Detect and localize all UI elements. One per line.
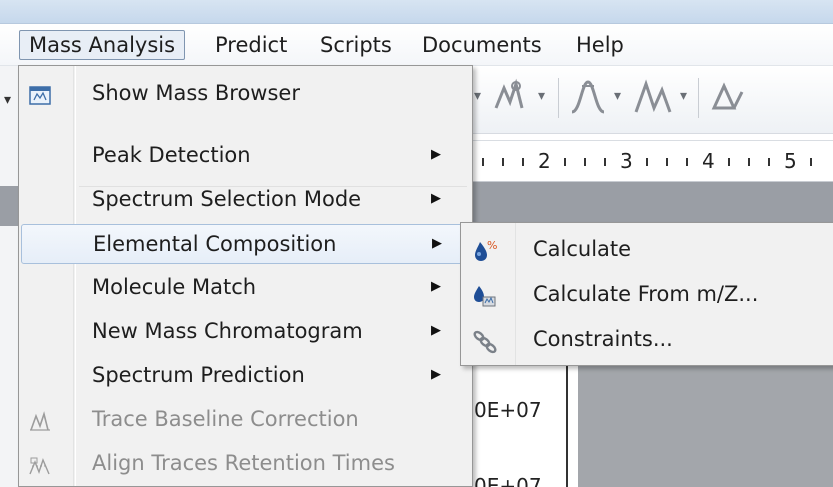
- plot-background-panel: [578, 365, 833, 487]
- menu-item-elemental-composition[interactable]: Elemental Composition ▶: [21, 224, 470, 264]
- mass-browser-icon: [28, 82, 52, 106]
- menu-item-label: Peak Detection: [92, 143, 251, 167]
- menu-item-label: Spectrum Selection Mode: [92, 187, 362, 211]
- toolbar-dropdown-arrow-icon[interactable]: ▾: [474, 88, 481, 104]
- peak-tool-icon[interactable]: [492, 78, 534, 127]
- submenu-arrow-icon: ▶: [431, 279, 441, 294]
- menu-item-molecule-match[interactable]: Molecule Match ▶: [21, 268, 470, 308]
- left-panel-edge: [0, 66, 18, 487]
- toolbar-dropdown-arrow-icon[interactable]: ▾: [680, 88, 687, 104]
- y-axis-tick-label: 0E+07: [474, 474, 542, 487]
- menu-item-label: Elemental Composition: [93, 232, 337, 256]
- toolbar-dropdown-arrow-icon[interactable]: ▾: [614, 88, 621, 104]
- ruler-tick: [728, 158, 730, 166]
- menu-item-align-traces-retention-times[interactable]: Align Traces Retention Times: [21, 444, 470, 484]
- calculate-icon: %: [471, 236, 497, 262]
- ruler-tick: [686, 158, 688, 166]
- menu-item-peak-detection[interactable]: Peak Detection ▶: [21, 136, 470, 176]
- mass-analysis-dropdown: Show Mass Browser Peak Detection ▶ Spect…: [18, 65, 473, 487]
- window-title-strip: [0, 0, 833, 24]
- y-axis-tick-label: 0E+07: [474, 398, 542, 422]
- ruler-tick: [646, 158, 648, 166]
- menu-item-show-mass-browser[interactable]: Show Mass Browser: [21, 74, 470, 114]
- submenu-item-label: Calculate: [533, 237, 632, 261]
- ruler-tick: [522, 158, 524, 166]
- y-axis-line: [566, 365, 568, 487]
- baseline-correction-icon: [28, 408, 52, 432]
- menu-item-new-mass-chromatogram[interactable]: New Mass Chromatogram ▶: [21, 312, 470, 352]
- ruler-label: 5: [784, 149, 798, 173]
- ruler-tick: [502, 158, 504, 166]
- submenu-item-label: Constraints...: [533, 327, 673, 351]
- deconvolution-tool-icon[interactable]: [632, 78, 674, 127]
- elemental-composition-submenu: % Calculate Calculate From m/Z... Constr…: [460, 222, 833, 366]
- ruler-tick: [768, 158, 770, 166]
- menu-help[interactable]: Help: [566, 30, 634, 60]
- constraints-icon: [471, 326, 497, 354]
- toolbar-separator: [558, 78, 559, 118]
- menu-item-label: Show Mass Browser: [92, 81, 300, 105]
- submenu-arrow-icon: ▶: [431, 367, 441, 382]
- menu-scripts[interactable]: Scripts: [310, 30, 402, 60]
- align-traces-icon: [28, 452, 52, 476]
- menu-item-label: Align Traces Retention Times: [92, 451, 395, 475]
- ruler-tick: [584, 158, 586, 166]
- left-toolbar-arrow-icon: ▾: [4, 92, 12, 108]
- menu-item-label: New Mass Chromatogram: [92, 319, 363, 343]
- toolbar-dropdown-arrow-icon[interactable]: ▾: [538, 88, 545, 104]
- submenu-item-calculate-from-mz[interactable]: Calculate From m/Z...: [463, 273, 833, 315]
- menu-bar: Mass Analysis Predict Scripts Documents …: [0, 24, 833, 66]
- menu-item-spectrum-selection-mode[interactable]: Spectrum Selection Mode ▶: [21, 180, 470, 220]
- submenu-arrow-icon: ▶: [431, 147, 441, 162]
- submenu-arrow-icon: ▶: [431, 191, 441, 206]
- peak-pick-tool-icon[interactable]: [568, 78, 610, 127]
- submenu-arrow-icon: ▶: [432, 236, 442, 251]
- menu-item-label: Spectrum Prediction: [92, 363, 305, 387]
- ruler-tick: [810, 158, 812, 166]
- toolbar: ▾ ▾ ▾ ▾: [470, 66, 833, 134]
- toolbar-separator: [698, 78, 699, 118]
- menu-item-trace-baseline-correction[interactable]: Trace Baseline Correction: [21, 400, 470, 440]
- left-panel-band: [0, 186, 18, 226]
- menu-mass-analysis[interactable]: Mass Analysis: [19, 30, 186, 60]
- ruler-tick: [564, 158, 566, 166]
- menu-predict[interactable]: Predict: [205, 30, 297, 60]
- ruler-tick: [604, 158, 606, 166]
- integration-tool-icon[interactable]: [708, 78, 750, 127]
- ruler-label: 3: [620, 149, 634, 173]
- menu-documents[interactable]: Documents: [412, 30, 552, 60]
- submenu-item-label: Calculate From m/Z...: [533, 282, 759, 306]
- ruler-tick: [748, 158, 750, 166]
- ruler: 2 3 4 5: [470, 140, 833, 182]
- submenu-item-constraints[interactable]: Constraints...: [463, 318, 833, 360]
- calculate-from-mz-icon: [471, 281, 497, 307]
- submenu-arrow-icon: ▶: [431, 323, 441, 338]
- ruler-label: 2: [538, 149, 552, 173]
- ruler-label: 4: [702, 149, 716, 173]
- svg-text:%: %: [487, 239, 497, 252]
- menu-item-spectrum-prediction[interactable]: Spectrum Prediction ▶: [21, 356, 470, 396]
- menu-item-label: Trace Baseline Correction: [92, 407, 359, 431]
- menu-item-label: Molecule Match: [92, 275, 257, 299]
- submenu-item-calculate[interactable]: % Calculate: [463, 228, 833, 270]
- document-header-band: [470, 182, 833, 222]
- ruler-tick: [666, 158, 668, 166]
- ruler-tick: [482, 158, 484, 166]
